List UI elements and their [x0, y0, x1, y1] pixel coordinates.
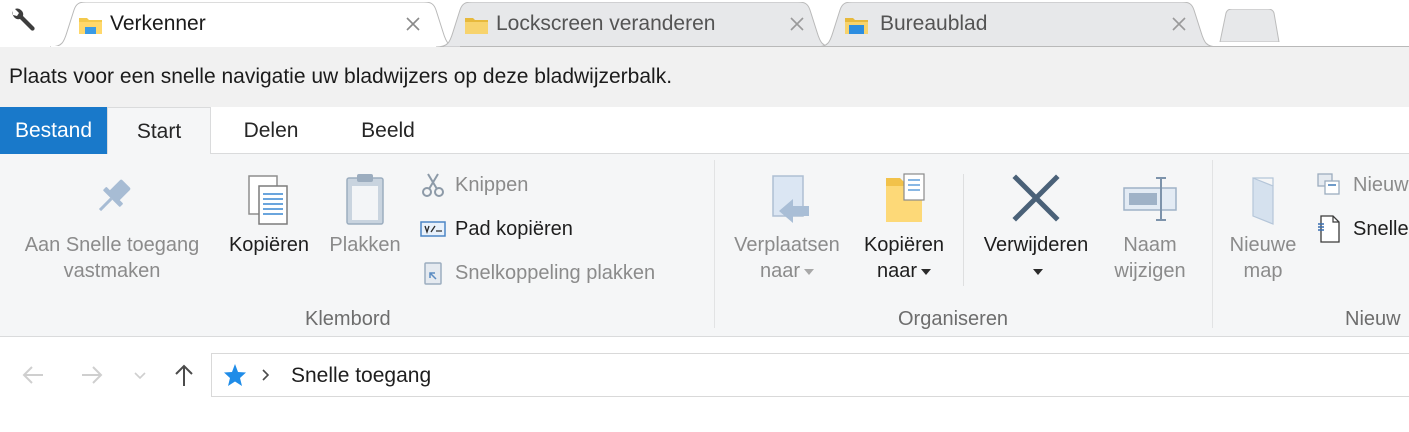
- move-to-label-line1: Verplaatsen: [734, 234, 840, 256]
- tab-shape: [816, 2, 1218, 47]
- delete-x-icon: [1012, 174, 1060, 222]
- group-label-new: Nieuw: [1345, 308, 1401, 330]
- easy-access-button[interactable]: Snelle: [1316, 212, 1409, 246]
- folder-icon: [465, 18, 488, 34]
- address-bar[interactable]: Snelle toegang: [211, 353, 1409, 397]
- tab-verkenner[interactable]: Verkenner: [50, 2, 460, 47]
- delete-label: Verwijderen: [983, 234, 1089, 256]
- group-label-organize: Organiseren: [898, 308, 1009, 330]
- ribbon-tab-bar: Bestand Start Delen Beeld: [0, 107, 1409, 155]
- copy-to-label-line1: Kopiëren: [863, 234, 945, 256]
- copy-to-icon: [886, 173, 925, 222]
- chevron-down-icon: [921, 268, 932, 275]
- delete-button[interactable]: Verwijderen: [972, 168, 1100, 284]
- cut-label: Knippen: [455, 173, 529, 196]
- paste-shortcut-icon: [424, 262, 442, 285]
- paste-button[interactable]: Plakken: [322, 168, 408, 258]
- explorer-folder-icon: [79, 18, 102, 34]
- close-icon[interactable]: [403, 14, 423, 34]
- cut-button[interactable]: Knippen: [420, 168, 528, 202]
- tab-lockscreen[interactable]: Lockscreen veranderen: [436, 2, 834, 47]
- bookmarks-bar: Plaats voor een snelle navigatie uw blad…: [0, 47, 1409, 107]
- wrench-icon[interactable]: [4, 6, 38, 36]
- paste-shortcut-button[interactable]: Snelkoppeling plakken: [420, 256, 655, 290]
- copy-label: Kopiëren: [228, 234, 310, 256]
- group-label-clipboard: Klembord: [305, 308, 391, 330]
- move-to-icon: [772, 175, 809, 223]
- new-folder-label-line2: map: [1243, 260, 1283, 282]
- new-item-label: Nieuw: [1353, 173, 1409, 196]
- breadcrumb-location[interactable]: Snelle toegang: [291, 364, 431, 388]
- copy-to-label-text: naar: [876, 260, 918, 282]
- tab-title: Lockscreen veranderen: [496, 12, 716, 35]
- tab-bureaublad[interactable]: Bureaublad: [816, 2, 1218, 47]
- paste-label: Plakken: [329, 234, 401, 256]
- breadcrumb-chevron-icon[interactable]: [258, 365, 274, 385]
- tab-start[interactable]: Start: [107, 107, 211, 155]
- copy-icon: [248, 175, 288, 225]
- new-item-button[interactable]: Nieuw: [1316, 168, 1409, 202]
- pin-icon: [98, 179, 131, 212]
- chevron-down-icon: [1033, 268, 1043, 275]
- delete-dropdown[interactable]: [972, 258, 1100, 284]
- new-folder-button[interactable]: Nieuwe map: [1220, 168, 1306, 284]
- new-item-icon: [1317, 173, 1340, 195]
- ribbon-panel: Aan Snelle toegang vastmaken Kopiëren Pl…: [0, 154, 1409, 336]
- close-icon[interactable]: [787, 14, 807, 34]
- move-to-label-line2: naar: [724, 258, 850, 284]
- copy-to-label-line2: naar: [854, 258, 954, 284]
- tab-beeld[interactable]: Beeld: [330, 107, 446, 154]
- browser-tab-strip: Verkenner Lockscreen veranderen Bureaubl…: [0, 0, 1409, 48]
- easy-access-icon: [1318, 215, 1340, 243]
- group-separator: [1212, 160, 1213, 328]
- tab-title: Bureaublad: [880, 12, 988, 35]
- recent-locations-chevron-icon[interactable]: [124, 359, 156, 391]
- new-tab-button[interactable]: [1216, 9, 1280, 42]
- rename-button[interactable]: Naam wijzigen: [1102, 168, 1198, 284]
- navigation-bar: Snelle toegang: [0, 337, 1409, 432]
- quick-access-star-icon: [224, 364, 246, 386]
- rename-label-line1: Naam: [1123, 234, 1177, 256]
- copy-path-label: Pad kopiëren: [455, 217, 573, 240]
- paste-shortcut-label: Snelkoppeling plakken: [455, 261, 656, 284]
- new-folder-label-line1: Nieuwe: [1229, 234, 1297, 256]
- move-to-button[interactable]: Verplaatsen naar: [724, 168, 850, 284]
- group-separator: [714, 160, 715, 328]
- back-arrow-icon[interactable]: [17, 359, 49, 391]
- rename-icon: [1123, 177, 1177, 221]
- tab-delen[interactable]: Delen: [216, 107, 326, 154]
- scissors-icon: [422, 173, 444, 197]
- copy-button[interactable]: Kopiëren: [222, 168, 316, 258]
- tab-title: Verkenner: [110, 12, 206, 35]
- copy-to-button[interactable]: Kopiëren naar: [854, 168, 954, 284]
- forward-arrow-icon[interactable]: [76, 359, 108, 391]
- move-to-label-text: naar: [759, 260, 801, 282]
- desktop-folder-icon: [845, 18, 868, 34]
- new-folder-icon: [1252, 177, 1274, 225]
- pin-to-quick-access-button[interactable]: Aan Snelle toegang vastmaken: [8, 168, 216, 284]
- up-arrow-icon[interactable]: [168, 359, 200, 391]
- separator: [963, 174, 964, 286]
- chevron-down-icon: [804, 268, 815, 275]
- clipboard-icon: [346, 174, 384, 225]
- rename-label-line2: wijzigen: [1114, 260, 1186, 282]
- copy-path-button[interactable]: Pad kopiëren: [420, 212, 573, 246]
- copy-path-icon: [420, 221, 446, 237]
- bookmarks-bar-hint: Plaats voor een snelle navigatie uw blad…: [9, 65, 673, 88]
- tab-bestand[interactable]: Bestand: [0, 107, 107, 154]
- pin-label-line2: vastmaken: [63, 260, 161, 282]
- pin-label-line1: Aan Snelle toegang: [24, 234, 200, 256]
- close-icon[interactable]: [1169, 14, 1189, 34]
- easy-access-label: Snelle: [1353, 217, 1409, 240]
